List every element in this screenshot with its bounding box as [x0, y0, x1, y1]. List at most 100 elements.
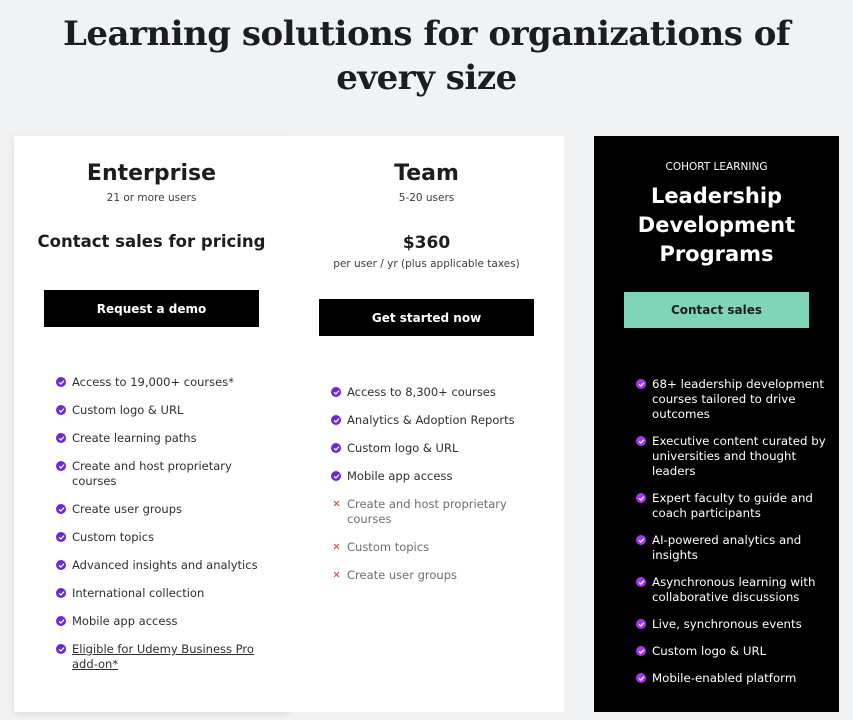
- cohort-feature-list: 68+ leadership development courses tailor…: [636, 377, 836, 686]
- feature-line: insights: [652, 548, 698, 562]
- feature-link[interactable]: Eligible for Udemy Business Pro add-on*: [72, 642, 276, 672]
- team-plan-card: Team 5-20 users $360 per user / yr (plus…: [289, 136, 564, 712]
- feature-item: Create learning paths: [56, 431, 276, 446]
- feature-text: AI-powered analytics and insights: [652, 533, 836, 563]
- feature-line: Analytics & Adoption Reports: [347, 413, 515, 427]
- feature-line: Expert faculty to guide and: [652, 491, 813, 505]
- feature-line: Mobile-enabled platform: [652, 671, 797, 685]
- check-circle-icon: [56, 616, 66, 626]
- feature-line: Custom topics: [347, 540, 430, 554]
- feature-item: Custom topics: [56, 530, 276, 545]
- feature-item: Asynchronous learning with collaborative …: [636, 575, 836, 605]
- feature-item: Custom logo & URL: [331, 441, 551, 456]
- feature-text: Custom logo & URL: [72, 403, 276, 418]
- feature-text: Access to 8,300+ courses: [347, 385, 551, 400]
- feature-text: Expert faculty to guide and coach partici…: [652, 491, 836, 521]
- plan-users: 5-20 users: [398, 192, 455, 204]
- check-circle-icon: [331, 387, 341, 397]
- cohort-title-line: Leadership: [650, 184, 783, 208]
- feature-item: Expert faculty to guide and coach partici…: [636, 491, 836, 521]
- check-circle-icon: [56, 560, 66, 570]
- check-circle-icon: [636, 646, 646, 656]
- feature-item: Create and host proprietary courses: [56, 459, 276, 489]
- contact-sales-button[interactable]: Contact sales: [624, 292, 809, 328]
- feature-line: leaders: [652, 464, 696, 478]
- feature-text: Create and host proprietary courses: [72, 459, 276, 489]
- excluded-feature-item: Custom topics: [331, 540, 551, 555]
- feature-line: courses: [347, 512, 392, 526]
- feature-text: Mobile-enabled platform: [652, 671, 836, 686]
- plan-name: Team: [394, 161, 459, 186]
- feature-item: Analytics & Adoption Reports: [331, 413, 551, 428]
- plan-price-note: per user / yr (plus applicable taxes): [333, 258, 520, 270]
- feature-text: Create user groups: [72, 502, 276, 517]
- feature-line: courses tailored to drive: [652, 392, 796, 406]
- feature-text: Advanced insights and analytics: [72, 558, 276, 573]
- feature-line[interactable]: add-on*: [72, 657, 276, 672]
- feature-line: AI-powered analytics and: [652, 533, 802, 547]
- check-circle-icon: [636, 619, 646, 629]
- feature-line: courses: [72, 474, 117, 488]
- feature-text: Create user groups: [347, 568, 551, 583]
- check-circle-icon: [56, 433, 66, 443]
- feature-item: Mobile app access: [331, 469, 551, 484]
- check-circle-icon: [56, 461, 66, 471]
- feature-line: Create and host proprietary: [347, 497, 507, 511]
- feature-line[interactable]: Eligible for Udemy Business Pro: [72, 642, 276, 657]
- feature-item: Access to 19,000+ courses*: [56, 375, 276, 390]
- feature-item: AI-powered analytics and insights: [636, 533, 836, 563]
- feature-item: Custom logo & URL: [636, 644, 836, 659]
- feature-text: Mobile app access: [72, 614, 276, 629]
- feature-line: outcomes: [652, 407, 710, 421]
- feature-text: Custom topics: [347, 540, 551, 555]
- feature-item: Custom logo & URL: [56, 403, 276, 418]
- feature-line: Create learning paths: [72, 431, 197, 445]
- check-circle-icon: [636, 577, 646, 587]
- feature-line: Mobile app access: [72, 614, 178, 628]
- check-circle-icon: [331, 415, 341, 425]
- feature-line: Live, synchronous events: [652, 617, 802, 631]
- check-circle-icon: [636, 535, 646, 545]
- check-circle-icon: [56, 588, 66, 598]
- feature-text: Analytics & Adoption Reports: [347, 413, 551, 428]
- feature-line: Advanced insights and analytics: [72, 558, 258, 572]
- plan-price: $360: [402, 233, 451, 253]
- feature-line: Mobile app access: [347, 469, 453, 483]
- check-circle-icon: [56, 405, 66, 415]
- get-started-button[interactable]: Get started now: [319, 299, 534, 336]
- excluded-feature-item: Create and host proprietary courses: [331, 497, 551, 527]
- feature-text: International collection: [72, 586, 276, 601]
- feature-text: 68+ leadership development courses tailor…: [652, 377, 836, 422]
- page-headline: Learning solutions for organizations of …: [0, 12, 853, 100]
- feature-text: Live, synchronous events: [652, 617, 836, 632]
- team-feature-list: Access to 8,300+ courses Analytics & Adop…: [331, 385, 551, 583]
- cohort-title-line: Programs: [659, 242, 774, 266]
- enterprise-plan-card: Enterprise 21 or more users Contact sale…: [14, 136, 289, 712]
- feature-line: collaborative discussions: [652, 590, 800, 604]
- check-circle-icon: [331, 471, 341, 481]
- request-demo-button[interactable]: Request a demo: [44, 290, 259, 327]
- excluded-feature-item: Create user groups: [331, 568, 551, 583]
- feature-item: Live, synchronous events: [636, 617, 836, 632]
- feature-line: universities and thought: [652, 449, 797, 463]
- feature-line: Access to 8,300+ courses: [347, 385, 496, 399]
- enterprise-feature-list: Access to 19,000+ courses* Custom logo & …: [56, 375, 276, 672]
- cross-icon: [332, 542, 341, 551]
- feature-item[interactable]: Eligible for Udemy Business Pro add-on*: [56, 642, 276, 672]
- check-circle-icon: [636, 379, 646, 389]
- cohort-learning-card: COHORT LEARNING Leadership Development P…: [594, 136, 839, 712]
- headline-line-2: every size: [336, 58, 517, 98]
- check-circle-icon: [56, 644, 66, 654]
- cohort-title: Leadership Development Programs: [594, 182, 839, 269]
- feature-text: Mobile app access: [347, 469, 551, 484]
- feature-line: Create user groups: [72, 502, 182, 516]
- feature-text: Executive content curated by universities…: [652, 434, 836, 479]
- feature-line: 68+ leadership development: [652, 377, 824, 391]
- feature-item: International collection: [56, 586, 276, 601]
- feature-text: Access to 19,000+ courses*: [72, 375, 276, 390]
- feature-item: Mobile-enabled platform: [636, 671, 836, 686]
- check-circle-icon: [56, 377, 66, 387]
- feature-line: Custom logo & URL: [72, 403, 184, 417]
- feature-text: Create and host proprietary courses: [347, 497, 551, 527]
- cross-icon: [332, 499, 341, 508]
